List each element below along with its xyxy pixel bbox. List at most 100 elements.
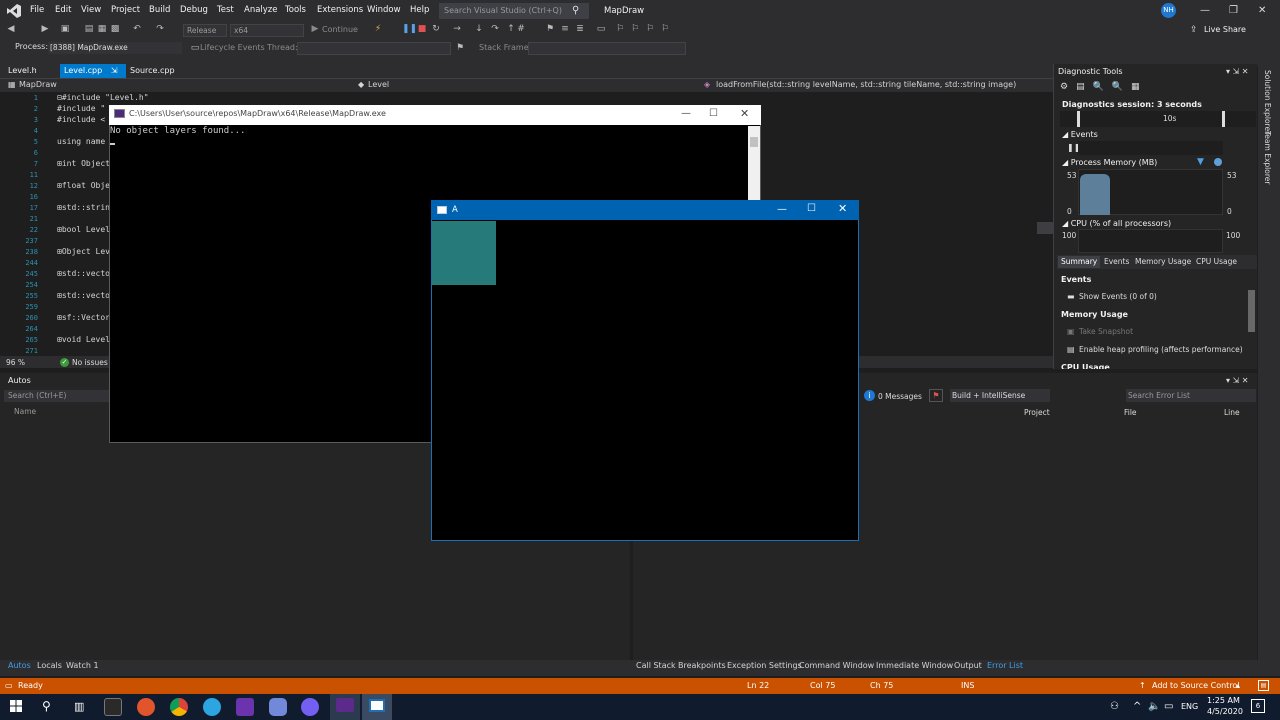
menu-tools[interactable]: Tools: [285, 5, 306, 15]
zoom-level[interactable]: 96 %: [6, 358, 25, 367]
tab-immediate-window[interactable]: Immediate Window: [876, 661, 953, 670]
solution-explorer-tab[interactable]: Solution Explorer: [1263, 70, 1272, 134]
code-line[interactable]: ⊞std::strin: [57, 203, 110, 212]
console-minimize-icon[interactable]: —: [681, 108, 691, 119]
maximize-icon[interactable]: ❐: [1229, 5, 1238, 16]
thread-dropdown[interactable]: [297, 42, 451, 55]
code-line[interactable]: ⊞Object Lev: [57, 247, 110, 256]
back-icon[interactable]: ◀: [6, 24, 16, 34]
status-insert-mode[interactable]: INS: [961, 681, 974, 690]
console-taskbar-item[interactable]: [330, 694, 360, 720]
tab-breakpoints[interactable]: Breakpoints: [678, 661, 726, 670]
tab-exception-settings[interactable]: Exception Settings: [727, 661, 802, 670]
status-line[interactable]: Ln 22: [747, 681, 769, 690]
pin-icon[interactable]: ⇲: [111, 66, 118, 75]
timeline-end-handle[interactable]: [1222, 111, 1225, 127]
tab-output[interactable]: Output: [954, 661, 982, 670]
menu-project[interactable]: Project: [111, 5, 140, 15]
comment-icon[interactable]: ≡: [560, 24, 570, 34]
console-close-icon[interactable]: ✕: [740, 107, 749, 120]
configuration-dropdown[interactable]: Release: [183, 24, 227, 37]
code-line[interactable]: ⊞float Obje: [57, 181, 110, 190]
task-view-icon[interactable]: ▥: [74, 700, 84, 713]
stop-icon[interactable]: ■: [417, 24, 427, 34]
tab-events[interactable]: Events: [1104, 257, 1129, 266]
cpu-graph[interactable]: [1078, 229, 1223, 253]
telegram-icon[interactable]: [203, 698, 221, 716]
search-icon[interactable]: ⚲: [572, 5, 579, 16]
take-snapshot-button[interactable]: Take Snapshot: [1079, 327, 1133, 336]
people-icon[interactable]: ⚇: [1110, 701, 1119, 712]
save-icon[interactable]: ▦: [97, 24, 107, 34]
chevron-up-icon[interactable]: ▴: [1236, 681, 1240, 690]
tab-level-cpp[interactable]: Level.cpp ⇲ ✕: [60, 64, 126, 89]
redo-icon[interactable]: ↷: [155, 24, 165, 34]
project-dropdown[interactable]: MapDraw: [19, 80, 57, 89]
events-section[interactable]: ◢ Events: [1062, 130, 1098, 139]
filter-threads-icon[interactable]: ⚑: [455, 43, 465, 53]
sfml-taskbar-item[interactable]: [362, 694, 392, 720]
tab-level-h[interactable]: Level.h: [4, 64, 41, 78]
tray-chevron-icon[interactable]: ^: [1133, 701, 1141, 712]
open-icon[interactable]: ▤: [84, 24, 94, 34]
code-line[interactable]: ⊞bool Level: [57, 225, 110, 234]
hex-display-icon[interactable]: #: [516, 24, 526, 34]
volume-icon[interactable]: 🔈: [1148, 701, 1160, 712]
error-search-input[interactable]: Search Error List: [1126, 389, 1256, 402]
timeline-ruler[interactable]: [1060, 111, 1256, 127]
error-list-menu-icon[interactable]: ▾ ⇲ ✕: [1226, 376, 1249, 385]
diagnostic-scrollbar[interactable]: [1248, 290, 1255, 332]
clock-date[interactable]: 4/5/2020: [1207, 707, 1243, 716]
messages-filter[interactable]: 0 Messages: [878, 392, 922, 401]
bookmark-prev-icon[interactable]: ⚐: [630, 24, 640, 34]
sfml-maximize-icon[interactable]: ☐: [807, 203, 816, 214]
restart-icon[interactable]: ↻: [431, 24, 441, 34]
forward-icon[interactable]: ▶: [40, 24, 50, 34]
code-line[interactable]: ⊞void Level: [57, 335, 110, 344]
chrome-icon[interactable]: [170, 698, 188, 716]
heap-profiling-link[interactable]: Enable heap profiling (affects performan…: [1079, 345, 1243, 354]
console-scroll-thumb[interactable]: [750, 137, 758, 147]
close-icon[interactable]: ✕: [1258, 5, 1266, 16]
show-events-link[interactable]: Show Events (0 of 0): [1079, 292, 1157, 301]
code-line[interactable]: ⊟#include "Level.h": [57, 93, 149, 102]
clock-time[interactable]: 1:25 AM: [1207, 696, 1240, 705]
stack-frame-dropdown[interactable]: [528, 42, 686, 55]
network-icon[interactable]: ▭: [1164, 701, 1173, 712]
continue-button[interactable]: Continue: [322, 25, 358, 34]
notifications-icon[interactable]: ▤: [1258, 680, 1269, 691]
menu-help[interactable]: Help: [410, 5, 429, 15]
firefox-icon[interactable]: [137, 698, 155, 716]
continue-icon[interactable]: ▶: [310, 24, 320, 34]
col-file[interactable]: File: [1124, 408, 1137, 417]
tab-memory-usage[interactable]: Memory Usage: [1135, 257, 1191, 266]
member-dropdown[interactable]: loadFromFile(std::string levelName, std:…: [716, 80, 1016, 89]
pause-icon[interactable]: ❚❚: [402, 24, 417, 34]
thread-flag-icon[interactable]: ⚑: [545, 24, 555, 34]
search-input[interactable]: Search Visual Studio (Ctrl+Q): [439, 3, 589, 19]
language-indicator[interactable]: ENG: [1181, 702, 1198, 711]
search-taskbar-icon[interactable]: ⚲: [42, 699, 51, 713]
discord-icon[interactable]: [269, 698, 287, 716]
menu-analyze[interactable]: Analyze: [244, 5, 278, 15]
memory-section[interactable]: ◢ Process Memory (MB): [1062, 158, 1157, 167]
code-line[interactable]: ⊞std::vecto: [57, 269, 110, 278]
col-project[interactable]: Project: [1024, 408, 1050, 417]
bookmark-toggle-icon[interactable]: ⚐: [615, 24, 625, 34]
build-scope-dropdown[interactable]: Build + IntelliSense: [950, 389, 1050, 402]
sfml-minimize-icon[interactable]: —: [777, 204, 787, 215]
menu-test[interactable]: Test: [217, 5, 234, 15]
diag-toolbar-icons[interactable]: ⚙▤🔍🔍▦: [1060, 82, 1148, 92]
menu-extensions[interactable]: Extensions: [317, 5, 363, 15]
undo-icon[interactable]: ↶: [132, 24, 142, 34]
autos-name-column[interactable]: Name: [14, 407, 36, 416]
step-over-icon[interactable]: ↷: [490, 24, 500, 34]
epic-games-icon[interactable]: [104, 698, 122, 716]
visual-studio-taskbar-icon[interactable]: [236, 698, 254, 716]
tab-autos[interactable]: Autos: [8, 661, 31, 670]
col-line[interactable]: Line: [1224, 408, 1240, 417]
add-to-source-control[interactable]: Add to Source Control: [1152, 681, 1240, 690]
save-all-icon[interactable]: ▩: [110, 24, 120, 34]
visual-studio-logo-icon[interactable]: [6, 3, 22, 19]
sfml-titlebar[interactable]: [431, 200, 859, 220]
